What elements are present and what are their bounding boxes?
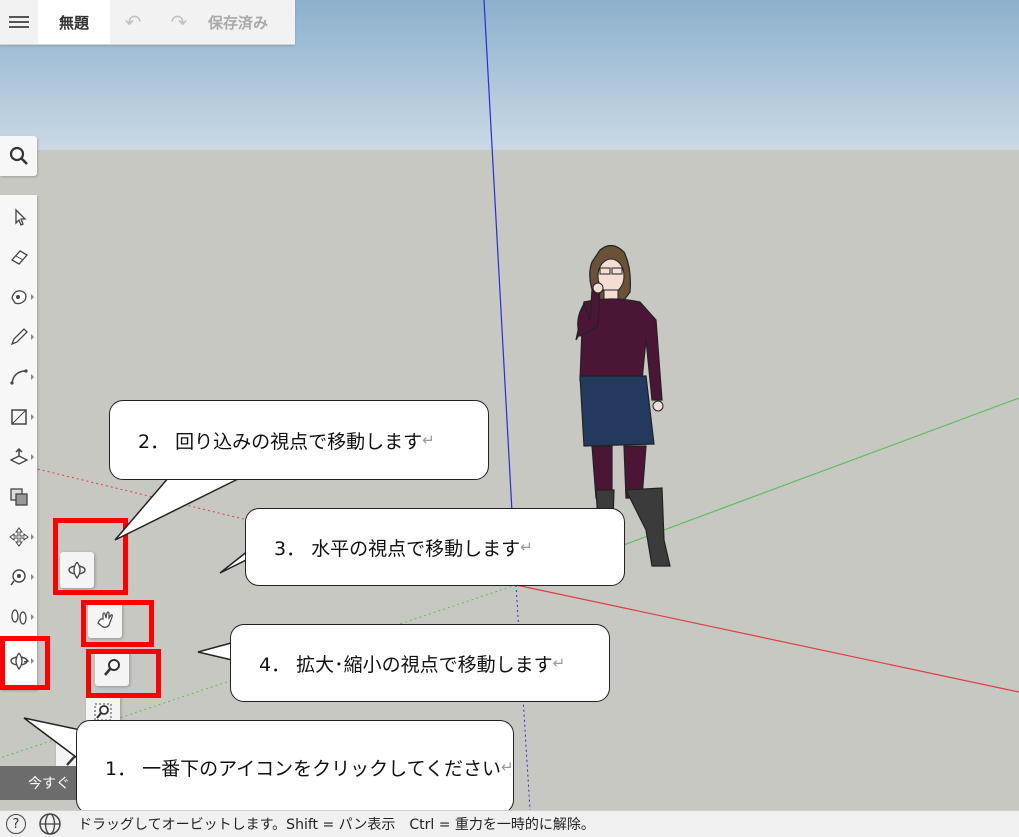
walk-icon (10, 609, 27, 625)
search-icon (9, 146, 28, 165)
blue-axis (483, 0, 517, 586)
callout-step-3: 3． 水平の視点で移動します ↵ (245, 508, 625, 586)
hamburger-menu-button[interactable] (0, 0, 38, 44)
return-mark: ↵ (520, 538, 533, 556)
return-mark: ↵ (422, 431, 435, 449)
push-pull-tool[interactable] (0, 437, 37, 477)
undo-icon: ↶ (124, 10, 142, 34)
now-button[interactable]: 今すぐ (0, 766, 80, 800)
eraser-tool[interactable] (0, 237, 37, 277)
callout-step-1: 1． 一番下のアイコンをクリックしてください ↵ (76, 720, 514, 814)
highlight-zoom (86, 649, 161, 698)
status-message: ドラッグしてオービットします。Shift = パン表示 Ctrl = 重力を一時… (78, 817, 595, 833)
push-pull-icon (9, 447, 28, 465)
arc-tool[interactable] (0, 357, 37, 397)
rectangle-tool[interactable] (0, 397, 37, 437)
walk-tool[interactable] (0, 597, 37, 637)
undo-button[interactable]: ↶ (110, 0, 156, 44)
status-bar: ? ドラッグしてオービットします。Shift = パン表示 Ctrl = 重力を… (0, 810, 1019, 837)
save-status: 保存済み (208, 13, 269, 32)
select-tool[interactable] (0, 197, 37, 237)
highlight-pan (81, 600, 154, 647)
callout-step-4-text: 4． 拡大･縮小の視点で移動します (259, 653, 553, 676)
redo-icon: ↷ (170, 10, 188, 34)
return-mark: ↵ (552, 654, 566, 672)
tape-measure-icon (9, 569, 26, 586)
search-tool-button[interactable] (0, 136, 37, 176)
hamburger-icon (9, 13, 29, 31)
paint-bucket-icon (10, 290, 27, 305)
select-icon (14, 208, 27, 226)
top-bar: 無題 ↶ ↷ 保存済み (0, 0, 295, 45)
offset-tool[interactable] (0, 477, 37, 517)
move-tool[interactable] (0, 517, 37, 557)
help-icon[interactable]: ? (6, 814, 26, 834)
callout-step-2-text: 2． 回り込みの視点で移動します (138, 430, 423, 453)
callout-step-1-text: 1． 一番下のアイコンをクリックしてください (105, 757, 502, 780)
callout-step-2: 2． 回り込みの視点で移動します ↵ (109, 400, 489, 480)
pencil-icon (10, 328, 28, 346)
pencil-tool[interactable] (0, 317, 37, 357)
highlight-orbit (53, 518, 128, 595)
offset-icon (9, 488, 28, 506)
move-icon (8, 527, 29, 547)
left-toolbar (0, 195, 37, 690)
redo-button[interactable]: ↷ (156, 0, 202, 44)
callout-step-3-text: 3． 水平の視点で移動します (274, 537, 521, 560)
rectangle-icon (10, 409, 27, 425)
eraser-icon (10, 250, 28, 265)
callout-step-4: 4． 拡大･縮小の視点で移動します ↵ (230, 624, 610, 702)
tape-measure-tool[interactable] (0, 557, 37, 597)
highlight-toolbar-orbit (0, 636, 50, 690)
globe-icon[interactable] (38, 812, 62, 836)
arc-icon (9, 369, 28, 385)
document-title[interactable]: 無題 (38, 0, 110, 44)
return-mark: ↵ (501, 758, 514, 776)
paint-bucket-tool[interactable] (0, 277, 37, 317)
